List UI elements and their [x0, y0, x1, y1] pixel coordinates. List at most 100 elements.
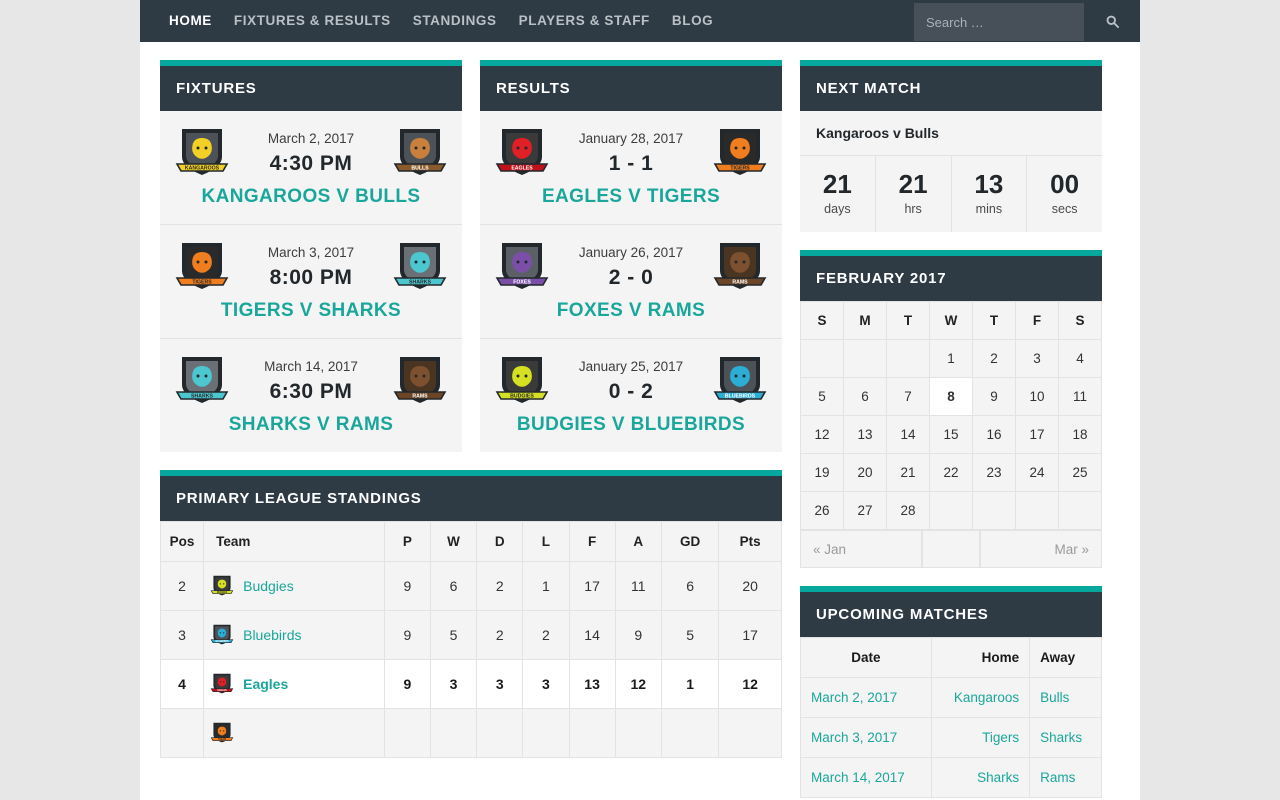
calendar-week: 1234 — [801, 339, 1102, 377]
calendar-day-3[interactable]: 3 — [1016, 339, 1059, 377]
upcoming-home[interactable]: Kangaroos — [931, 677, 1029, 717]
calendar-day-20[interactable]: 20 — [844, 453, 887, 491]
calendar-day-10[interactable]: 10 — [1016, 377, 1059, 415]
upcoming-date[interactable]: March 3, 2017 — [801, 717, 932, 757]
upcoming-date[interactable]: March 14, 2017 — [801, 757, 932, 797]
calendar-empty-cell — [973, 491, 1016, 529]
table-row: March 14, 2017SharksRams — [801, 757, 1102, 797]
standings-d — [477, 709, 523, 758]
standings-f: 13 — [569, 660, 615, 709]
upcoming-date[interactable]: March 2, 2017 — [801, 677, 932, 717]
upcoming-away[interactable]: Bulls — [1030, 677, 1102, 717]
calendar-prev-month[interactable]: « Jan — [800, 530, 922, 568]
calendar-day-16[interactable]: 16 — [973, 415, 1016, 453]
search-input[interactable] — [914, 3, 1084, 41]
calendar-day-13[interactable]: 13 — [844, 415, 887, 453]
nav-item-blog[interactable]: BLOG — [661, 0, 724, 42]
upcoming-col-home: Home — [931, 637, 1029, 677]
svg-text:EAGLES: EAGLES — [511, 166, 533, 172]
calendar-day-4[interactable]: 4 — [1059, 339, 1102, 377]
calendar-day-24[interactable]: 24 — [1016, 453, 1059, 491]
calendar-day-21[interactable]: 21 — [887, 453, 930, 491]
standings-pts: 17 — [719, 611, 782, 660]
nav-item-fixtures-results[interactable]: FIXTURES & RESULTS — [223, 0, 402, 42]
match-title-link[interactable]: EAGLES V TIGERS — [480, 186, 782, 225]
upcoming-table: DateHomeAway March 2, 2017KangaroosBulls… — [800, 637, 1102, 798]
calendar-day-17[interactable]: 17 — [1016, 415, 1059, 453]
fixtures-results-row: FIXTURES KANGAROOSMarch 2, 20174:30 PMBU… — [160, 60, 782, 470]
match-time-score: 8:00 PM — [230, 266, 392, 290]
team-link[interactable]: Eagles — [243, 676, 288, 692]
match-date: January 26, 2017 — [550, 245, 712, 260]
calendar-day-23[interactable]: 23 — [973, 453, 1016, 491]
crest-icon-budgies: BUDGIES — [494, 353, 550, 409]
upcoming-col-date: Date — [801, 637, 932, 677]
search-button[interactable] — [1084, 0, 1140, 42]
match-title-link[interactable]: KANGAROOS V BULLS — [160, 186, 462, 225]
calendar-day-22[interactable]: 22 — [930, 453, 973, 491]
match-block: KANGAROOSMarch 2, 20174:30 PMBULLSKANGAR… — [160, 111, 462, 225]
upcoming-title: UPCOMING MATCHES — [816, 606, 1086, 623]
team-link[interactable]: Budgies — [243, 578, 294, 594]
match-title-link[interactable]: BUDGIES V BLUEBIRDS — [480, 414, 782, 452]
calendar-day-11[interactable]: 11 — [1059, 377, 1102, 415]
match-title-link[interactable]: TIGERS V SHARKS — [160, 300, 462, 339]
crest-icon-eagles: EAGLES — [210, 672, 234, 696]
upcoming-header-row: DateHomeAway — [801, 637, 1102, 677]
match-info: March 3, 20178:00 PM — [230, 245, 392, 290]
standings-col-team: Team — [204, 522, 385, 562]
sidebar: NEXT MATCH Kangaroos v Bulls 21days21hrs… — [800, 60, 1102, 800]
team-link[interactable]: Bluebirds — [243, 627, 301, 643]
calendar-day-28[interactable]: 28 — [887, 491, 930, 529]
countdown-mins: 13mins — [952, 156, 1028, 232]
nav-item-home[interactable]: HOME — [158, 0, 223, 42]
match-title-link[interactable]: SHARKS V RAMS — [160, 414, 462, 452]
calendar-day-14[interactable]: 14 — [887, 415, 930, 453]
standings-col-d: D — [477, 522, 523, 562]
calendar-day-18[interactable]: 18 — [1059, 415, 1102, 453]
team-cell: EAGLES Eagles — [210, 672, 378, 696]
calendar-day-19[interactable]: 19 — [801, 453, 844, 491]
upcoming-away[interactable]: Sharks — [1030, 717, 1102, 757]
calendar-day-1[interactable]: 1 — [930, 339, 973, 377]
upcoming-away[interactable]: Rams — [1030, 757, 1102, 797]
calendar-day-12[interactable]: 12 — [801, 415, 844, 453]
standings-d: 3 — [477, 660, 523, 709]
standings-pts — [719, 709, 782, 758]
match-block: BUDGIESJanuary 25, 20170 - 2BLUEBIRDSBUD… — [480, 339, 782, 452]
calendar-day-15[interactable]: 15 — [930, 415, 973, 453]
table-row: 4EAGLESEagles93331312112 — [161, 660, 782, 709]
search-area — [914, 0, 1140, 42]
calendar-day-6[interactable]: 6 — [844, 377, 887, 415]
standings-pos: 2 — [161, 562, 204, 611]
standings-l: 2 — [523, 611, 569, 660]
upcoming-home[interactable]: Tigers — [931, 717, 1029, 757]
calendar-day-5[interactable]: 5 — [801, 377, 844, 415]
match-info: January 28, 20171 - 1 — [550, 131, 712, 176]
standings-pts: 12 — [719, 660, 782, 709]
calendar-day-2[interactable]: 2 — [973, 339, 1016, 377]
nav-item-standings[interactable]: STANDINGS — [402, 0, 508, 42]
calendar-day-27[interactable]: 27 — [844, 491, 887, 529]
calendar-empty-cell — [844, 339, 887, 377]
calendar-title: FEBRUARY 2017 — [816, 270, 1086, 287]
calendar-next-month[interactable]: Mar » — [980, 530, 1102, 568]
calendar-day-25[interactable]: 25 — [1059, 453, 1102, 491]
standings-w: 3 — [430, 660, 476, 709]
crest-icon-rams: RAMS — [712, 239, 768, 295]
match-block: SHARKSMarch 14, 20176:30 PMRAMSSHARKS V … — [160, 339, 462, 452]
calendar-day-9[interactable]: 9 — [973, 377, 1016, 415]
calendar-day-8[interactable]: 8 — [930, 377, 973, 415]
match-title-link[interactable]: FOXES V RAMS — [480, 300, 782, 339]
match-info: March 14, 20176:30 PM — [230, 359, 392, 404]
standings-body: 2BUDGIESBudgies962117116203BLUEBIRDSBlue… — [161, 562, 782, 758]
standings-table: PosTeamPWDLFAGDPts 2BUDGIESBudgies962117… — [160, 521, 782, 758]
upcoming-home[interactable]: Sharks — [931, 757, 1029, 797]
match-info: January 25, 20170 - 2 — [550, 359, 712, 404]
crest-icon-tigers: TIGERS — [712, 125, 768, 181]
nav-item-players-staff[interactable]: PLAYERS & STAFF — [508, 0, 661, 42]
standings-gd — [661, 709, 718, 758]
standings-l: 1 — [523, 562, 569, 611]
calendar-day-26[interactable]: 26 — [801, 491, 844, 529]
calendar-day-7[interactable]: 7 — [887, 377, 930, 415]
